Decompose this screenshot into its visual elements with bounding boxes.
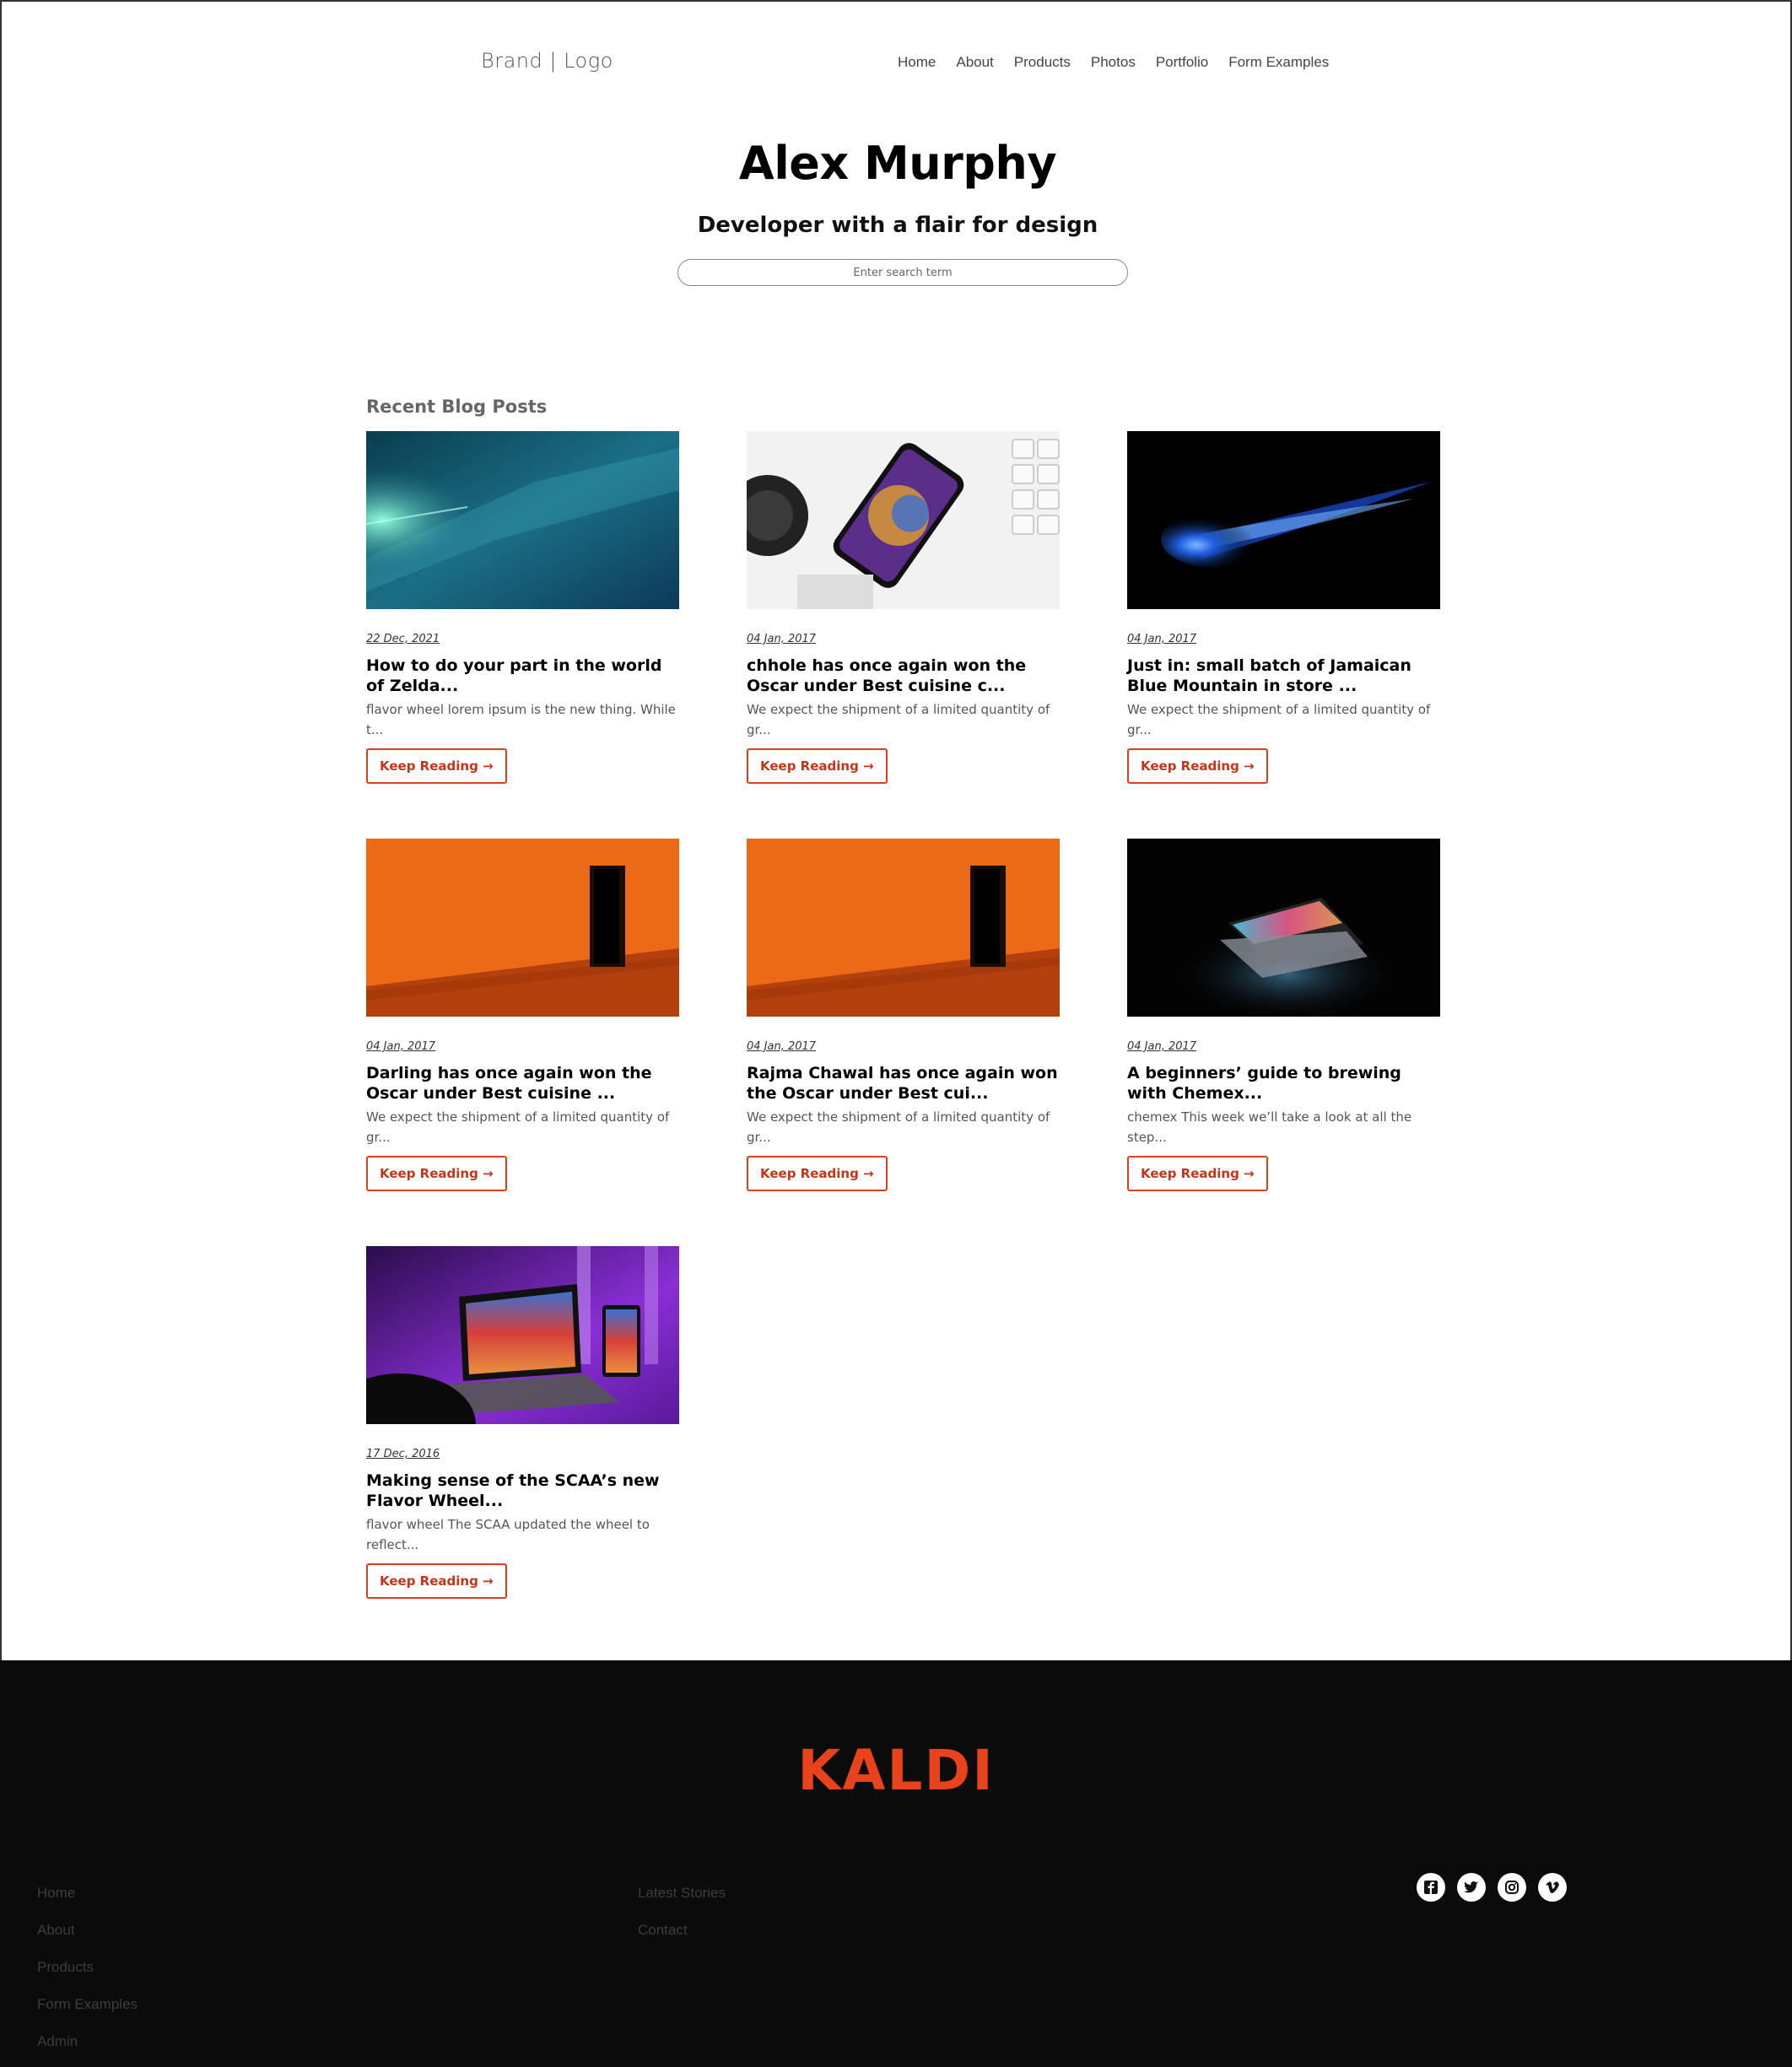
keep-reading-button[interactable]: Keep Reading →	[1127, 1156, 1268, 1191]
post-excerpt: We expect the shipment of a limited quan…	[747, 1109, 1050, 1145]
brand-logo[interactable]: Brand | Logo	[481, 49, 613, 73]
post-card: 17 Dec, 2016 Making sense of the SCAA’s …	[366, 1246, 679, 1600]
nav-photos[interactable]: Photos	[1091, 54, 1136, 71]
keep-reading-button[interactable]: Keep Reading →	[747, 1156, 888, 1191]
post-excerpt: We expect the shipment of a limited quan…	[747, 702, 1050, 737]
post-image-space-nebula[interactable]	[366, 431, 679, 609]
footer-link-about[interactable]: About	[37, 1920, 138, 1940]
post-card: 04 Jan, 2017 Rajma Chawal has once again…	[747, 839, 1060, 1192]
section-title: Recent Blog Posts	[366, 397, 548, 417]
hero-subtitle: Developer with a flair for design	[697, 213, 1098, 238]
social-links	[1417, 1873, 1567, 1902]
post-title[interactable]: Darling has once again won the Oscar und…	[366, 1063, 679, 1104]
footer-link-products[interactable]: Products	[37, 1957, 138, 1978]
post-image-phone-on-desk[interactable]	[747, 431, 1060, 609]
post-image-orange-room[interactable]	[747, 839, 1060, 1017]
post-card: 04 Jan, 2017 Darling has once again won …	[366, 839, 679, 1192]
main-nav: Home About Products Photos Portfolio For…	[898, 54, 1329, 71]
post-date: 17 Dec, 2016	[366, 1448, 440, 1460]
post-title[interactable]: A beginners’ guide to brewing with Cheme…	[1127, 1063, 1440, 1104]
nav-products[interactable]: Products	[1014, 54, 1071, 71]
instagram-icon[interactable]	[1498, 1873, 1526, 1902]
post-title[interactable]: Rajma Chawal has once again won the Osca…	[747, 1063, 1060, 1104]
post-image-purple-desk[interactable]	[366, 1246, 679, 1424]
twitter-icon[interactable]	[1457, 1873, 1486, 1902]
footer-link-form-examples[interactable]: Form Examples	[37, 1994, 138, 2015]
footer-link-admin[interactable]: Admin	[37, 2032, 138, 2052]
footer-link-latest-stories[interactable]: Latest Stories	[638, 1883, 726, 1903]
page-frame: Brand | Logo Home About Products Photos …	[0, 0, 1792, 1660]
search-input[interactable]	[677, 259, 1128, 286]
keep-reading-button[interactable]: Keep Reading →	[366, 1563, 507, 1599]
keep-reading-button[interactable]: Keep Reading →	[1127, 748, 1268, 784]
post-title[interactable]: Making sense of the SCAA’s new Flavor Wh…	[366, 1471, 679, 1511]
post-card: 04 Jan, 2017 A beginners’ guide to brewi…	[1127, 839, 1440, 1192]
post-card: 04 Jan, 2017 chhole has once again won t…	[747, 431, 1060, 785]
post-card: 22 Dec, 2021 How to do your part in the …	[366, 431, 679, 785]
keep-reading-button[interactable]: Keep Reading →	[366, 748, 507, 784]
nav-about[interactable]: About	[956, 54, 993, 71]
post-excerpt: We expect the shipment of a limited quan…	[366, 1109, 670, 1145]
post-excerpt: We expect the shipment of a limited quan…	[1127, 702, 1431, 737]
footer-link-contact[interactable]: Contact	[638, 1920, 726, 1940]
post-date: 04 Jan, 2017	[747, 633, 817, 645]
site-footer: KALDI Home About Products Form Examples …	[0, 1660, 1792, 2067]
footer-logo[interactable]: KALDI	[0, 1738, 1792, 1803]
post-title[interactable]: How to do your part in the world of Zeld…	[366, 656, 679, 696]
post-date: 04 Jan, 2017	[747, 1040, 817, 1053]
post-date: 22 Dec, 2021	[366, 633, 440, 645]
nav-form-examples[interactable]: Form Examples	[1228, 54, 1329, 71]
post-title[interactable]: chhole has once again won the Oscar unde…	[747, 656, 1060, 696]
footer-links-secondary: Latest Stories Contact	[638, 1883, 726, 1940]
nav-portfolio[interactable]: Portfolio	[1156, 54, 1208, 71]
post-excerpt: chemex This week we’ll take a look at al…	[1127, 1109, 1412, 1145]
vimeo-icon[interactable]	[1538, 1873, 1567, 1902]
footer-link-home[interactable]: Home	[37, 1883, 138, 1903]
post-date: 04 Jan, 2017	[1127, 1040, 1197, 1053]
post-date: 04 Jan, 2017	[1127, 633, 1197, 645]
post-date: 04 Jan, 2017	[366, 1040, 436, 1053]
post-card: 04 Jan, 2017 Just in: small batch of Jam…	[1127, 431, 1440, 785]
post-excerpt: flavor wheel lorem ipsum is the new thin…	[366, 702, 676, 737]
post-title[interactable]: Just in: small batch of Jamaican Blue Mo…	[1127, 656, 1440, 696]
post-image-blue-comet[interactable]	[1127, 431, 1440, 609]
footer-links-primary: Home About Products Form Examples Admin	[37, 1883, 138, 2052]
post-excerpt: flavor wheel The SCAA updated the wheel …	[366, 1517, 650, 1552]
post-image-laptop-glow[interactable]	[1127, 839, 1440, 1017]
nav-home[interactable]: Home	[898, 54, 936, 71]
keep-reading-button[interactable]: Keep Reading →	[747, 748, 888, 784]
keep-reading-button[interactable]: Keep Reading →	[366, 1156, 507, 1191]
hero-title: Alex Murphy	[738, 137, 1057, 190]
facebook-icon[interactable]	[1417, 1873, 1445, 1902]
posts-grid: 22 Dec, 2021 How to do your part in the …	[366, 431, 1440, 1600]
post-image-orange-room[interactable]	[366, 839, 679, 1017]
